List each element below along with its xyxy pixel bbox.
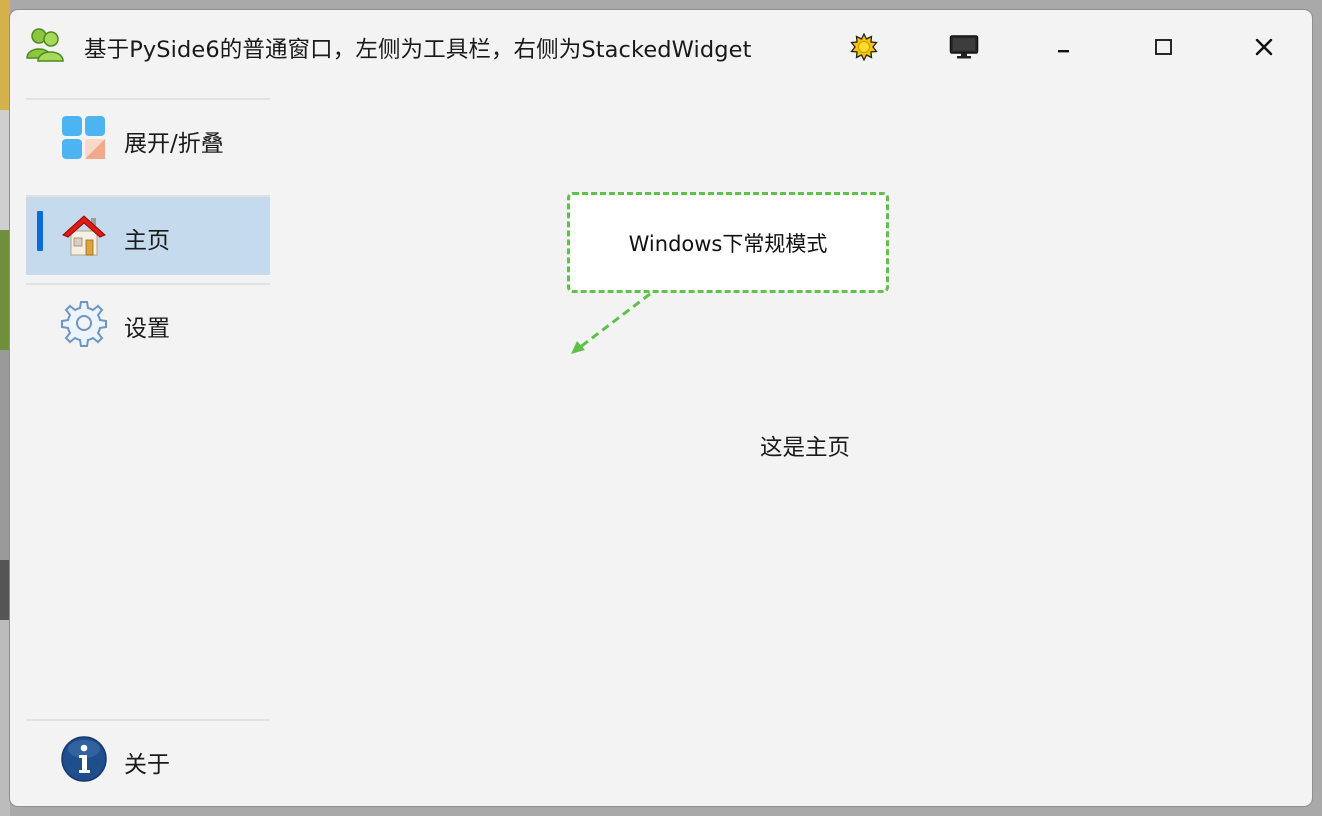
minimize-button[interactable] <box>1044 30 1084 64</box>
callout-arrow <box>571 292 651 354</box>
sidebar-item-label: 关于 <box>124 752 170 778</box>
window-title: 基于PySide6的普通窗口，左侧为工具栏，右侧为StackedWidget <box>84 37 752 63</box>
mode-callout: Windows下常规模式 <box>567 192 889 293</box>
sidebar-item-label: 展开/折叠 <box>124 131 224 157</box>
page-text: 这是主页 <box>760 435 851 461</box>
sidebar-item-about[interactable]: 关于 <box>26 721 270 799</box>
info-icon <box>61 736 107 782</box>
callout-text: Windows下常规模式 <box>628 231 828 256</box>
sidebar-item-settings[interactable]: 设置 <box>26 285 270 363</box>
stacked-widget: Windows下常规模式 这是主页 <box>270 82 1312 806</box>
fullscreen-button[interactable] <box>944 30 984 64</box>
minimize-icon <box>1058 50 1069 53</box>
sidebar-item-home[interactable]: 主页 <box>26 197 270 275</box>
active-indicator <box>37 211 43 251</box>
main-window: 基于PySide6的普通窗口，左侧为工具栏，右侧为StackedWidget 展… <box>9 9 1313 807</box>
home-icon <box>62 215 106 256</box>
expand-collapse-icon <box>62 116 105 159</box>
sun-icon <box>850 33 878 61</box>
sidebar-item-expand-collapse[interactable]: 展开/折叠 <box>26 100 270 178</box>
maximize-icon <box>1155 39 1172 55</box>
close-icon <box>1255 38 1273 56</box>
close-button[interactable] <box>1244 30 1284 64</box>
maximize-button[interactable] <box>1144 30 1184 64</box>
sidebar-toolbar: 展开/折叠 主页 设置 关于 <box>26 98 270 798</box>
title-bar[interactable]: 基于PySide6的普通窗口，左侧为工具栏，右侧为StackedWidget <box>10 10 1312 82</box>
sidebar-item-label: 主页 <box>124 228 170 254</box>
users-icon <box>26 28 64 62</box>
monitor-icon <box>949 35 979 59</box>
gear-icon <box>61 301 107 347</box>
sidebar-item-label: 设置 <box>124 316 170 342</box>
theme-button[interactable] <box>844 30 884 64</box>
